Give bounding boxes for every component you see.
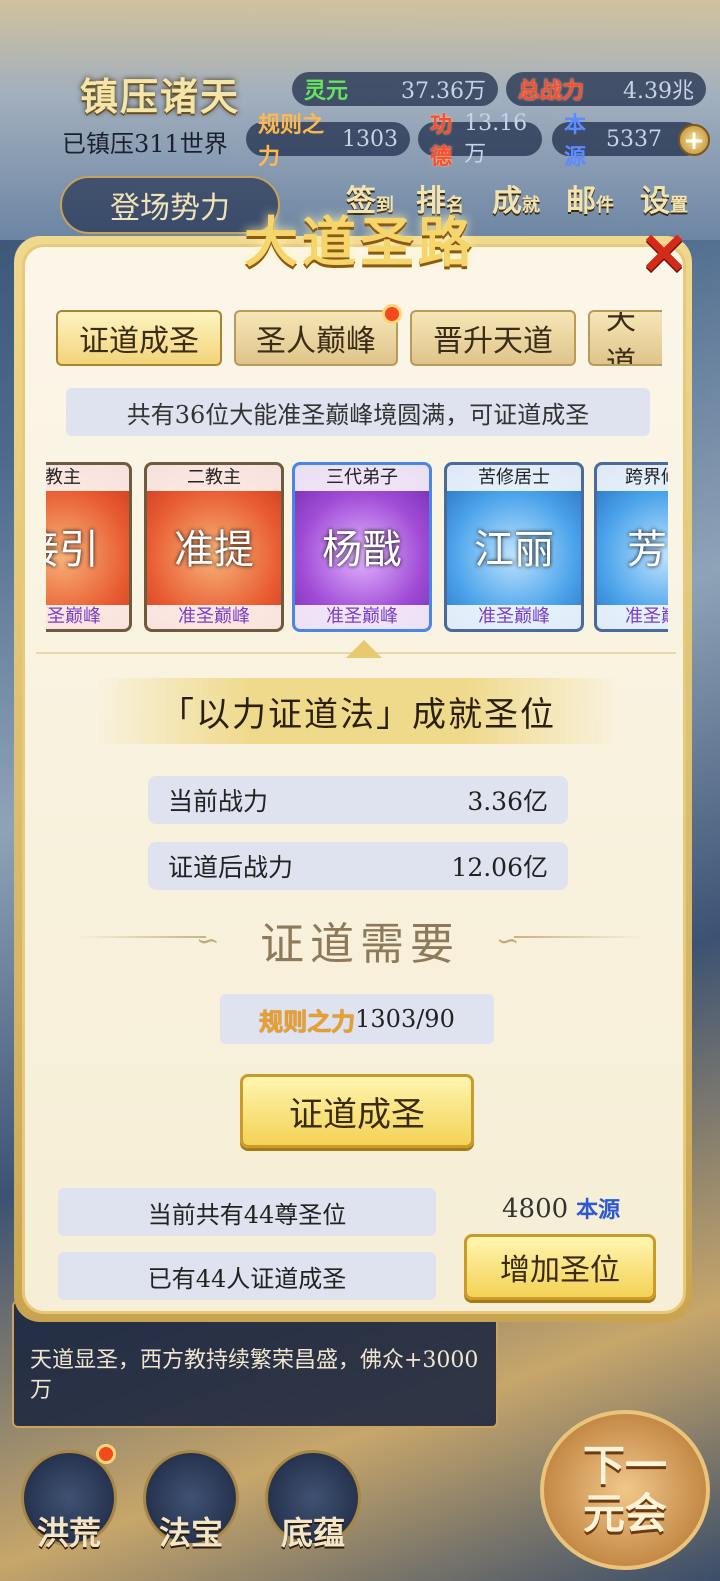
hero-card[interactable]: 二教主 准提 准圣巅峰 xyxy=(144,462,284,632)
hero-card[interactable]: 教主 接引 准圣巅峰 xyxy=(46,462,132,632)
hero-card[interactable]: 苦修居士 江丽 准圣巅峰 xyxy=(444,462,584,632)
add-source-plus-icon[interactable]: + xyxy=(678,124,710,156)
game-title: 镇压诸天 xyxy=(80,74,241,119)
merit-stat: 功德 13.16万 xyxy=(418,111,542,170)
rule-power-stat: 规则之力 1303 xyxy=(246,112,410,170)
requirement-title: 证道需要 xyxy=(260,919,460,970)
mail-button[interactable]: 邮件 xyxy=(560,176,620,234)
nav-diyun[interactable]: 底蕴 xyxy=(258,1450,368,1570)
nav-fabao[interactable]: 法宝 xyxy=(136,1450,246,1570)
notice-banner: 共有36位大能准圣巅峰境圆满，可证道成圣 xyxy=(66,388,650,436)
nav-honghuang[interactable]: 洪荒 xyxy=(14,1450,124,1570)
seat-cost: 4800 本源 xyxy=(502,1194,621,1224)
swirl-left-icon: ∽ xyxy=(196,924,220,957)
close-icon[interactable]: ✕ xyxy=(636,225,692,284)
ascend-button[interactable]: 证道成圣 xyxy=(240,1074,474,1148)
ornament-line-left xyxy=(76,936,206,938)
swirl-right-icon: ∽ xyxy=(496,924,520,957)
selection-caret-icon xyxy=(346,640,382,658)
method-banner: 「以力证道法」成就圣位 xyxy=(96,678,620,744)
after-power-row: 证道后战力 12.06亿 xyxy=(148,842,568,890)
event-text: 天道显圣，西方教持续繁荣昌盛，佛众+3000万 xyxy=(30,1348,479,1403)
achieved-count: 已有44人证道成圣 xyxy=(58,1252,436,1300)
total-power-stat: 总战力 4.39兆 xyxy=(506,72,706,106)
ornament-line-right xyxy=(514,936,644,938)
tab-jinsheng[interactable]: 晋升天道 xyxy=(410,310,576,366)
hero-card-selected[interactable]: 三代弟子 杨戬 准圣巅峰 xyxy=(292,462,432,632)
requirement-value: 规则之力 1303/90 xyxy=(220,994,494,1044)
next-era-button[interactable]: 下一 元会 xyxy=(540,1410,710,1570)
tab-zhengdao[interactable]: 证道成圣 xyxy=(56,310,222,366)
lingyuan-stat: 灵元 37.36万 xyxy=(292,72,498,106)
tab-shengren[interactable]: 圣人巅峰 xyxy=(234,310,398,366)
tab-red-dot-icon xyxy=(382,304,402,324)
add-seat-button[interactable]: 增加圣位 xyxy=(464,1234,656,1300)
hero-card[interactable]: 跨界修 芳 准圣巅峰 xyxy=(594,462,668,632)
current-power-row: 当前战力 3.36亿 xyxy=(148,776,568,824)
nav-red-dot-icon xyxy=(96,1444,116,1464)
suppressed-count: 已镇压311世界 xyxy=(62,130,228,158)
card-carousel[interactable]: 教主 接引 准圣巅峰 二教主 准提 准圣巅峰 三代弟子 杨戬 准圣巅峰 苦修居士… xyxy=(46,458,668,636)
total-seats: 当前共有44尊圣位 xyxy=(58,1188,436,1236)
dialog-title: 大道圣路 xyxy=(244,210,476,274)
tab-tiandao[interactable]: 天道 xyxy=(588,310,662,366)
